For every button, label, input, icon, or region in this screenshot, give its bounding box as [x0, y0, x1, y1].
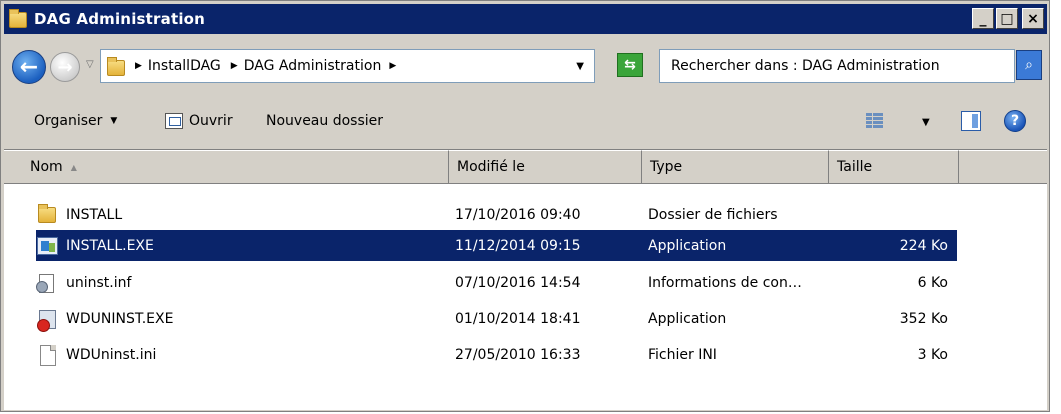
chevron-right-icon: ▶: [135, 61, 142, 71]
chevron-down-icon[interactable]: ▼: [922, 117, 930, 128]
open-button[interactable]: Ouvrir: [165, 113, 233, 129]
maximize-button[interactable]: □: [996, 8, 1018, 29]
organize-button[interactable]: Organiser ▼: [34, 113, 117, 129]
breadcrumb-item[interactable]: ▶ InstallDAG: [135, 58, 221, 74]
folder-icon: [8, 8, 28, 30]
address-dropdown[interactable]: ▼: [576, 61, 584, 72]
column-header-modified[interactable]: Modifié le: [449, 150, 642, 184]
explorer-window: DAG Administration _ □ × ← → ▽ ▶ Install…: [0, 0, 1050, 412]
breadcrumb-item[interactable]: ▶ DAG Administration ▶: [231, 58, 396, 74]
sort-ascending-icon: ▲: [70, 162, 77, 172]
file-row-install-folder[interactable]: INSTALL 17/10/2016 09:40 Dossier de fich…: [36, 199, 957, 230]
file-row-install-exe[interactable]: INSTALL.EXE 11/12/2014 09:15 Application…: [36, 230, 957, 261]
file-row-uninst-inf[interactable]: uninst.inf 07/10/2016 14:54 Informations…: [36, 267, 957, 298]
address-bar: ← → ▽ ▶ InstallDAG ▶ DAG Administration …: [4, 37, 1047, 99]
file-row-wduninst-ini[interactable]: WDUninst.ini 27/05/2010 16:33 Fichier IN…: [36, 339, 957, 370]
file-row-wduninst-exe[interactable]: WDUNINST.EXE 01/10/2014 18:41 Applicatio…: [36, 303, 957, 334]
forward-button[interactable]: →: [50, 52, 80, 82]
recent-pages-dropdown[interactable]: ▽: [86, 60, 96, 70]
minimize-button[interactable]: _: [972, 8, 994, 29]
column-headers: Nom ▲ Modifié le Type Taille: [4, 150, 1047, 184]
chevron-down-icon: ▼: [110, 116, 118, 126]
new-folder-button[interactable]: Nouveau dossier: [266, 113, 383, 129]
folder-icon: [36, 203, 60, 226]
open-icon: [165, 113, 183, 129]
chevron-right-icon: ▶: [389, 61, 397, 71]
address-field[interactable]: ▶ InstallDAG ▶ DAG Administration ▶ ▼: [100, 49, 595, 83]
search-icon: ⌕: [1025, 57, 1033, 73]
column-header-empty: [959, 150, 1047, 184]
column-header-name[interactable]: Nom ▲: [4, 150, 449, 184]
search-button[interactable]: ⌕: [1016, 50, 1042, 80]
refresh-button[interactable]: ⇆: [617, 53, 643, 77]
application-icon: [36, 235, 60, 257]
title-bar[interactable]: DAG Administration _ □ ×: [4, 4, 1047, 34]
config-file-icon: [36, 272, 60, 294]
ini-file-icon: [36, 344, 60, 366]
window-title: DAG Administration: [34, 10, 206, 28]
search-input[interactable]: Rechercher dans : DAG Administration: [659, 49, 1015, 83]
file-list: Nom ▲ Modifié le Type Taille INSTALL 17/…: [4, 149, 1047, 410]
back-arrow-icon: ←: [19, 54, 39, 80]
folder-icon: [107, 55, 125, 77]
views-icon[interactable]: [866, 113, 884, 131]
close-button[interactable]: ×: [1022, 8, 1044, 29]
uninstall-icon: [36, 308, 60, 332]
command-bar: Organiser ▼ Ouvrir Nouveau dossier ▼ ?: [4, 99, 1047, 147]
column-header-type[interactable]: Type: [642, 150, 829, 184]
chevron-right-icon: ▶: [230, 61, 238, 71]
forward-arrow-icon: →: [57, 56, 73, 78]
help-icon[interactable]: ?: [1004, 110, 1026, 132]
preview-pane-icon[interactable]: [961, 111, 981, 131]
refresh-icon: ⇆: [624, 57, 636, 73]
column-header-size[interactable]: Taille: [829, 150, 959, 184]
back-button[interactable]: ←: [12, 50, 46, 84]
